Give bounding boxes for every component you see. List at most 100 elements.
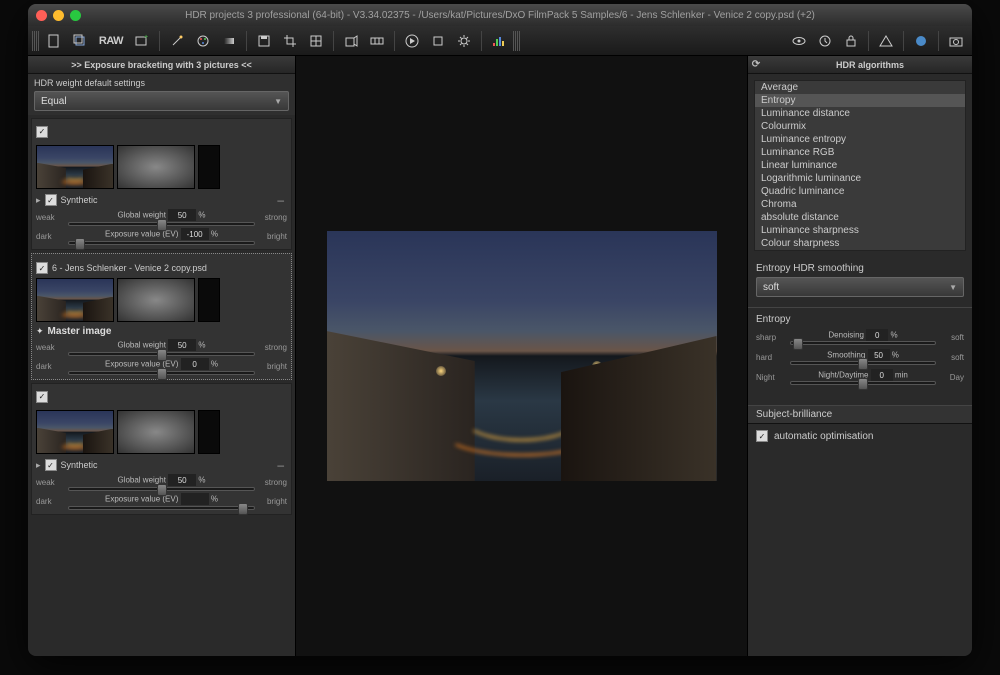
- algorithm-item[interactable]: Colourmix: [755, 120, 965, 133]
- expand-icon[interactable]: ▸: [36, 195, 41, 206]
- sphere-icon[interactable]: [909, 30, 933, 52]
- auto-opt-checkbox[interactable]: ✓: [756, 430, 768, 442]
- algorithm-list[interactable]: AverageEntropyLuminance distanceColourmi…: [754, 80, 966, 251]
- remove-icon[interactable]: –: [274, 458, 287, 472]
- main-toolbar: RAW +: [28, 26, 972, 56]
- crop-icon[interactable]: [278, 30, 302, 52]
- algorithm-item[interactable]: Luminance sharpness: [755, 224, 965, 237]
- eye-icon[interactable]: [787, 30, 811, 52]
- play-icon[interactable]: [400, 30, 424, 52]
- card-filename: 6 - Jens Schlenker - Venice 2 copy.psd: [52, 263, 287, 273]
- slider-caption: Denoising: [828, 331, 864, 340]
- source-thumbnail[interactable]: [36, 410, 114, 454]
- toolbar-grip-2[interactable]: [513, 31, 521, 51]
- gear-icon[interactable]: [452, 30, 476, 52]
- refresh-icon[interactable]: ⟳: [748, 58, 764, 72]
- layers-icon[interactable]: [68, 30, 92, 52]
- master-image-label: Master image: [48, 326, 112, 337]
- exposure-value-input[interactable]: [181, 493, 209, 505]
- auto-opt-label: automatic optimisation: [774, 431, 874, 442]
- algorithm-item[interactable]: Luminance entropy: [755, 133, 965, 146]
- export-icon[interactable]: [339, 30, 363, 52]
- algorithm-item[interactable]: Chroma: [755, 198, 965, 211]
- global-weight-slider[interactable]: [68, 222, 255, 226]
- global-weight-value[interactable]: [168, 339, 196, 351]
- source-thumbnail[interactable]: [36, 145, 114, 189]
- global-weight-value[interactable]: [168, 474, 196, 486]
- algorithm-item[interactable]: Logarithmic luminance: [755, 172, 965, 185]
- preview-image: [327, 231, 717, 481]
- slider-right-label: soft: [942, 333, 964, 342]
- synthetic-checkbox[interactable]: ✓: [45, 194, 57, 206]
- algorithm-item[interactable]: Luminance distance: [755, 107, 965, 120]
- raw-plus-icon[interactable]: +: [130, 30, 154, 52]
- card-checkbox[interactable]: ✓: [36, 262, 48, 274]
- exposure-slider[interactable]: [68, 241, 255, 245]
- smoothing-dropdown[interactable]: soft▼: [756, 277, 964, 297]
- range-thumbnail[interactable]: [198, 145, 220, 189]
- raw-button[interactable]: RAW: [94, 30, 128, 52]
- dark-label: dark: [36, 497, 64, 506]
- exposure-slider[interactable]: [68, 371, 255, 375]
- range-thumbnail[interactable]: [198, 278, 220, 322]
- algorithm-item[interactable]: Linear luminance: [755, 159, 965, 172]
- exposure-card[interactable]: ✓ ▸✓Synthetic– weak Global weight % stro…: [31, 383, 292, 515]
- card-enable-checkbox[interactable]: ✓: [36, 126, 48, 138]
- expand-icon[interactable]: ▸: [36, 460, 41, 471]
- toolbar-grip[interactable]: [32, 31, 40, 51]
- save-icon[interactable]: [252, 30, 276, 52]
- algorithm-item[interactable]: Entropy: [755, 94, 965, 107]
- svg-text:+: +: [144, 34, 148, 41]
- exposure-value-input[interactable]: [181, 228, 209, 240]
- wand-icon[interactable]: [165, 30, 189, 52]
- exposure-cards-list[interactable]: ✓ ▸✓Synthetic– weak Global weight % stro…: [28, 115, 295, 656]
- algorithm-item[interactable]: Colour sharpness: [755, 237, 965, 250]
- slider-value[interactable]: [868, 349, 890, 361]
- lock-icon[interactable]: [839, 30, 863, 52]
- bright-label: bright: [259, 232, 287, 241]
- window-title: HDR projects 3 professional (64-bit) - V…: [28, 10, 972, 21]
- exposure-slider[interactable]: [68, 506, 255, 510]
- clock-icon[interactable]: [813, 30, 837, 52]
- exposure-value-label: Exposure value (EV): [105, 495, 178, 504]
- triangle-icon[interactable]: [874, 30, 898, 52]
- remove-icon[interactable]: –: [274, 193, 287, 207]
- card-enable-checkbox[interactable]: ✓: [36, 391, 48, 403]
- entropy-slider[interactable]: [790, 361, 936, 365]
- weight-thumbnail[interactable]: [117, 278, 195, 322]
- exposure-card[interactable]: ✓ ▸✓Synthetic– weak Global weight % stro…: [31, 118, 292, 250]
- synthetic-checkbox[interactable]: ✓: [45, 459, 57, 471]
- stop-icon[interactable]: [426, 30, 450, 52]
- histogram-icon[interactable]: [487, 30, 511, 52]
- gradient-icon[interactable]: [217, 30, 241, 52]
- algorithm-item[interactable]: absolute distance: [755, 211, 965, 224]
- card-title: Synthetic: [61, 460, 271, 470]
- range-thumbnail[interactable]: [198, 410, 220, 454]
- algorithm-item[interactable]: Quadric luminance: [755, 185, 965, 198]
- exposure-value-input[interactable]: [181, 358, 209, 370]
- hdr-weight-dropdown[interactable]: Equal▼: [34, 91, 289, 111]
- weight-thumbnail[interactable]: [117, 145, 195, 189]
- camera-icon[interactable]: [944, 30, 968, 52]
- title-bar: HDR projects 3 professional (64-bit) - V…: [28, 4, 972, 26]
- filmstrip-icon[interactable]: [365, 30, 389, 52]
- algorithm-item[interactable]: Luminance RGB: [755, 146, 965, 159]
- slider-value[interactable]: [871, 369, 893, 381]
- entropy-slider[interactable]: [790, 341, 936, 345]
- grid-icon[interactable]: [304, 30, 328, 52]
- global-weight-value[interactable]: [168, 209, 196, 221]
- slider-left-label: sharp: [756, 333, 784, 342]
- exposure-card[interactable]: ✓6 - Jens Schlenker - Venice 2 copy.psd …: [31, 253, 292, 380]
- slider-value[interactable]: [866, 329, 888, 341]
- algorithm-item[interactable]: Average: [755, 81, 965, 94]
- global-weight-slider[interactable]: [68, 487, 255, 491]
- entropy-slider[interactable]: [790, 381, 936, 385]
- new-file-icon[interactable]: [42, 30, 66, 52]
- chevron-down-icon: ▼: [949, 283, 957, 292]
- weak-label: weak: [36, 343, 64, 352]
- weight-thumbnail[interactable]: [117, 410, 195, 454]
- source-thumbnail[interactable]: [36, 278, 114, 322]
- palette-icon[interactable]: [191, 30, 215, 52]
- preview-viewport[interactable]: [296, 56, 747, 656]
- global-weight-slider[interactable]: [68, 352, 255, 356]
